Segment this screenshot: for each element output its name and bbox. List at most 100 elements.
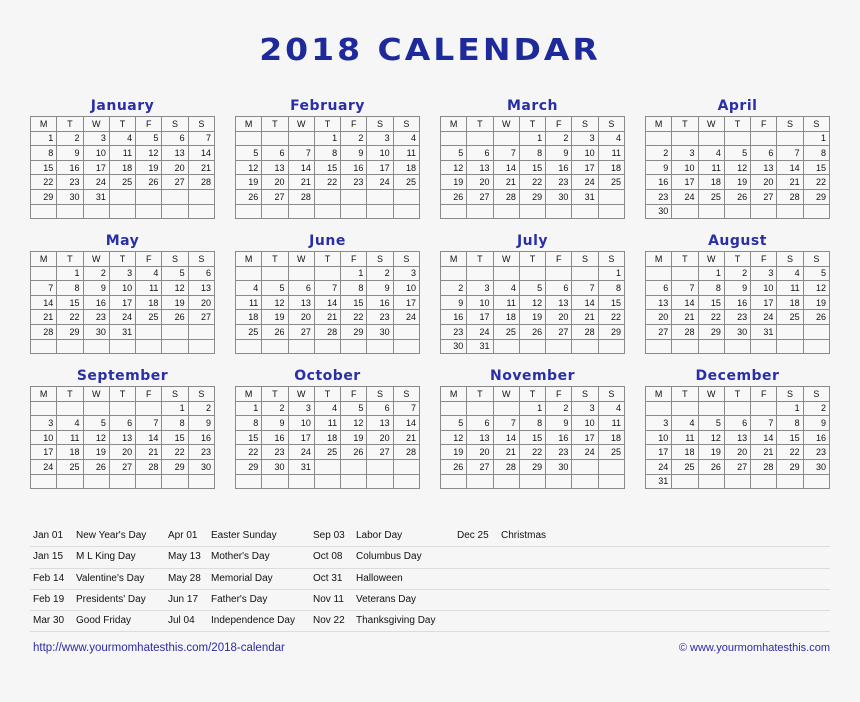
- day-cell[interactable]: 5: [82, 415, 110, 431]
- day-cell[interactable]: 4: [108, 130, 137, 147]
- day-cell[interactable]: 18: [313, 429, 342, 446]
- day-cell[interactable]: 7: [492, 145, 520, 161]
- day-cell[interactable]: 8: [29, 145, 58, 161]
- day-cell[interactable]: 20: [644, 309, 673, 325]
- day-cell[interactable]: 3: [108, 265, 137, 282]
- day-cell[interactable]: 3: [571, 130, 599, 147]
- day-cell[interactable]: 13: [287, 294, 315, 311]
- day-cell[interactable]: 16: [366, 294, 394, 311]
- day-cell[interactable]: 6: [161, 130, 189, 147]
- day-cell[interactable]: 18: [234, 309, 263, 325]
- day-cell[interactable]: 4: [597, 400, 626, 417]
- day-cell[interactable]: 30: [261, 458, 289, 475]
- day-cell[interactable]: 28: [313, 323, 342, 340]
- day-cell[interactable]: 31: [644, 473, 673, 490]
- day-cell[interactable]: 16: [545, 159, 573, 176]
- day-cell[interactable]: 24: [671, 188, 699, 205]
- day-cell[interactable]: 16: [439, 309, 468, 325]
- day-cell[interactable]: 24: [571, 444, 599, 460]
- day-cell[interactable]: 29: [802, 188, 831, 205]
- day-cell[interactable]: 18: [392, 159, 421, 176]
- day-cell[interactable]: 7: [135, 415, 163, 431]
- day-cell[interactable]: 7: [671, 280, 699, 296]
- day-cell[interactable]: 2: [56, 130, 84, 147]
- day-cell[interactable]: 21: [29, 309, 58, 325]
- day-cell[interactable]: 25: [234, 323, 263, 340]
- day-cell[interactable]: 28: [671, 323, 699, 340]
- day-cell[interactable]: 3: [366, 130, 394, 147]
- day-cell[interactable]: 30: [545, 458, 573, 475]
- day-cell[interactable]: 24: [108, 309, 137, 325]
- day-cell[interactable]: 7: [492, 415, 520, 431]
- day-cell[interactable]: 6: [545, 280, 573, 296]
- day-cell[interactable]: 3: [287, 400, 315, 417]
- day-cell[interactable]: 8: [697, 280, 725, 296]
- day-cell[interactable]: 5: [723, 145, 752, 161]
- day-cell[interactable]: 30: [802, 458, 831, 475]
- day-cell[interactable]: 5: [234, 145, 263, 161]
- day-cell[interactable]: 23: [340, 174, 368, 190]
- day-cell[interactable]: 18: [597, 159, 626, 176]
- day-cell[interactable]: 10: [29, 429, 58, 446]
- day-cell[interactable]: 28: [29, 323, 58, 340]
- day-cell[interactable]: 23: [545, 444, 573, 460]
- day-cell[interactable]: 28: [492, 188, 520, 205]
- day-cell[interactable]: 10: [392, 280, 421, 296]
- day-cell[interactable]: 27: [644, 323, 673, 340]
- day-cell[interactable]: 11: [492, 294, 520, 311]
- day-cell[interactable]: 20: [108, 444, 137, 460]
- day-cell[interactable]: 2: [261, 400, 289, 417]
- day-cell[interactable]: 25: [313, 444, 342, 460]
- day-cell[interactable]: 7: [187, 130, 216, 147]
- day-cell[interactable]: 7: [287, 145, 315, 161]
- day-cell[interactable]: 12: [135, 145, 163, 161]
- day-cell[interactable]: 8: [161, 415, 189, 431]
- day-cell[interactable]: 2: [545, 130, 573, 147]
- day-cell[interactable]: 2: [723, 265, 752, 282]
- day-cell[interactable]: 25: [135, 309, 163, 325]
- day-cell[interactable]: 9: [644, 159, 673, 176]
- day-cell[interactable]: 4: [697, 145, 725, 161]
- day-cell[interactable]: 13: [366, 415, 394, 431]
- day-cell[interactable]: 12: [439, 429, 468, 446]
- day-cell[interactable]: 21: [135, 444, 163, 460]
- day-cell[interactable]: 5: [439, 145, 468, 161]
- day-cell[interactable]: 18: [492, 309, 520, 325]
- day-cell[interactable]: 7: [750, 415, 778, 431]
- day-cell[interactable]: 13: [723, 429, 752, 446]
- day-cell[interactable]: 26: [439, 188, 468, 205]
- day-cell[interactable]: 23: [439, 323, 468, 340]
- day-cell[interactable]: 20: [161, 159, 189, 176]
- day-cell[interactable]: 10: [466, 294, 494, 311]
- day-cell[interactable]: 8: [518, 415, 547, 431]
- day-cell[interactable]: 13: [161, 145, 189, 161]
- day-cell[interactable]: 15: [234, 429, 263, 446]
- day-cell[interactable]: 8: [802, 145, 831, 161]
- day-cell[interactable]: 6: [261, 145, 289, 161]
- day-cell[interactable]: 19: [261, 309, 289, 325]
- day-cell[interactable]: 2: [439, 280, 468, 296]
- day-cell[interactable]: 19: [518, 309, 547, 325]
- day-cell[interactable]: 2: [644, 145, 673, 161]
- day-cell[interactable]: 30: [644, 203, 673, 220]
- day-cell[interactable]: 27: [366, 444, 394, 460]
- day-cell[interactable]: 5: [161, 265, 189, 282]
- day-cell[interactable]: 5: [340, 400, 368, 417]
- day-cell[interactable]: 20: [366, 429, 394, 446]
- day-cell[interactable]: 22: [234, 444, 263, 460]
- day-cell[interactable]: 23: [56, 174, 84, 190]
- day-cell[interactable]: 26: [439, 458, 468, 475]
- day-cell[interactable]: 23: [187, 444, 216, 460]
- day-cell[interactable]: 16: [545, 429, 573, 446]
- day-cell[interactable]: 20: [750, 174, 778, 190]
- day-cell[interactable]: 14: [571, 294, 599, 311]
- day-cell[interactable]: 13: [545, 294, 573, 311]
- day-cell[interactable]: 11: [697, 159, 725, 176]
- day-cell[interactable]: 23: [723, 309, 752, 325]
- day-cell[interactable]: 1: [697, 265, 725, 282]
- day-cell[interactable]: 12: [261, 294, 289, 311]
- day-cell[interactable]: 23: [545, 174, 573, 190]
- day-cell[interactable]: 13: [750, 159, 778, 176]
- day-cell[interactable]: 15: [340, 294, 368, 311]
- day-cell[interactable]: 17: [287, 429, 315, 446]
